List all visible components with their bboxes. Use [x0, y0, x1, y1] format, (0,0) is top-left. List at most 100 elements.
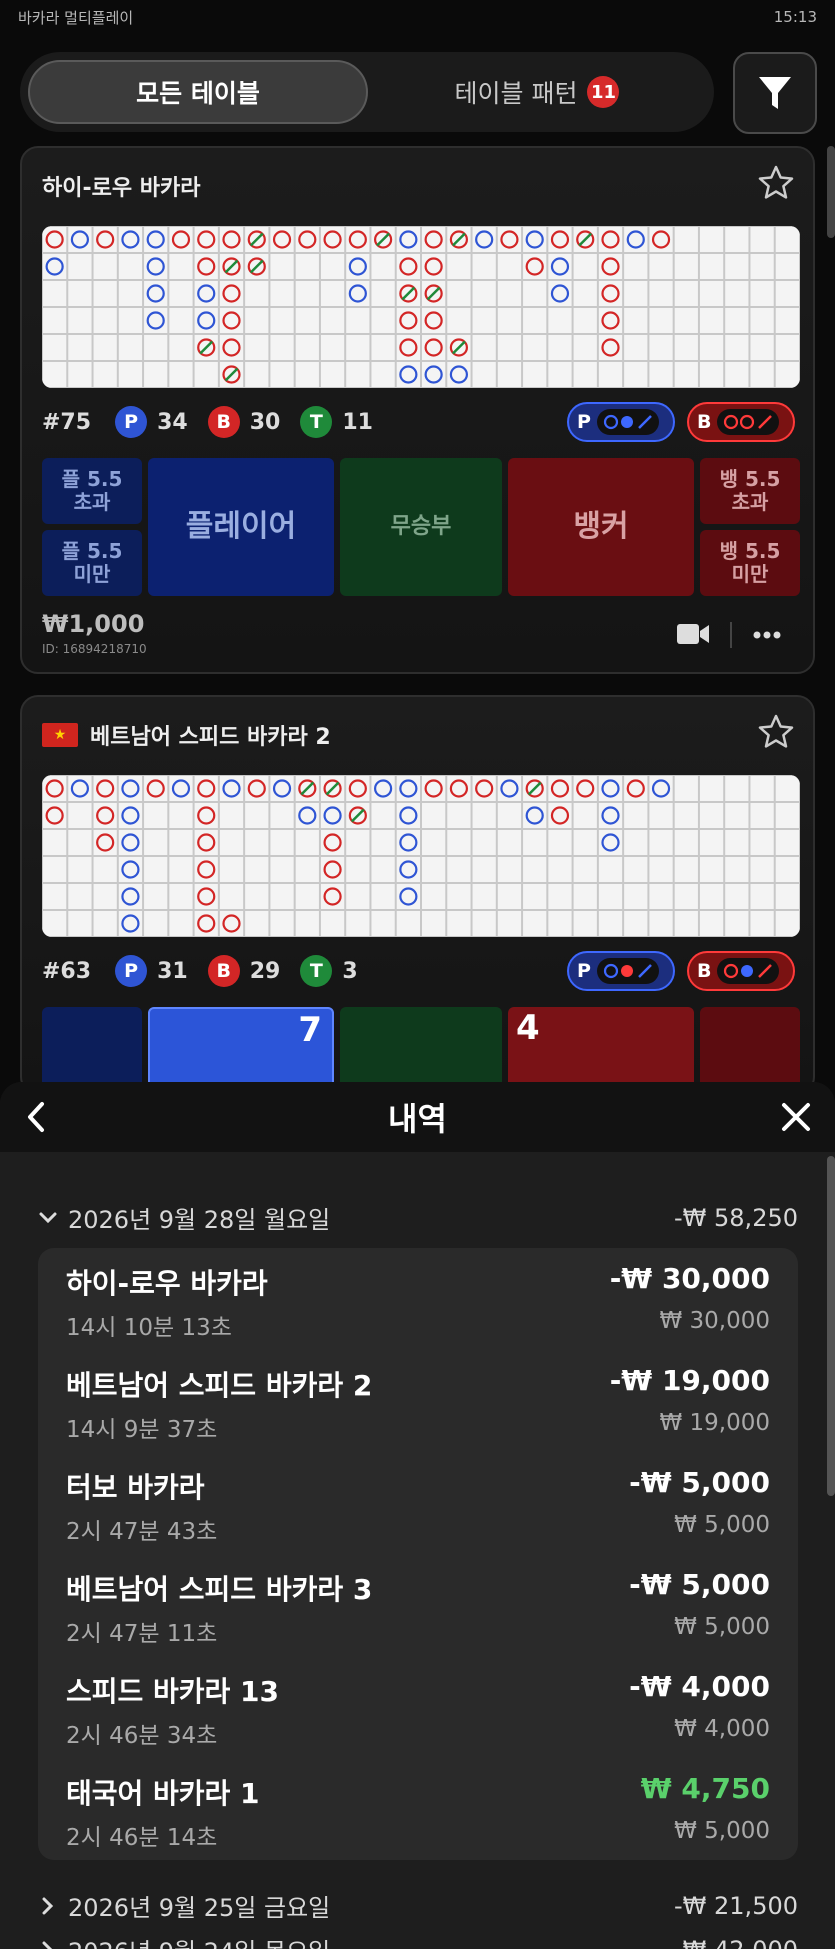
chevron-right-icon	[42, 1941, 53, 1949]
tie-chip: T	[300, 955, 333, 987]
clock: 15:13	[773, 8, 817, 26]
player-bet[interactable]: 플레이어	[148, 458, 334, 596]
sheet-title: 내역	[388, 1100, 447, 1138]
tie-count: 11	[342, 409, 373, 435]
item-table-name: 하이-로우 바카라	[66, 1267, 268, 1300]
item-time: 2시 47분 11초	[66, 1621, 218, 1647]
item-stake: ₩ 5,000	[674, 1614, 770, 1640]
player-chip: P	[115, 955, 148, 987]
history-item[interactable]: 하이-로우 바카라 14시 10분 13초 -₩ 30,000 ₩ 30,000	[66, 1262, 770, 1342]
item-time: 14시 10분 13초	[66, 1315, 232, 1341]
ask-p-label: P	[577, 411, 591, 433]
status-bar: 바카라 멀티플레이 15:13	[0, 0, 835, 34]
bead-road-grid	[42, 226, 800, 388]
round-number: #63	[42, 958, 92, 984]
banker-chip: B	[207, 406, 240, 438]
item-stake: ₩ 5,000	[674, 1512, 770, 1538]
ask-b-label: B	[697, 411, 712, 433]
day-total: -₩ 42,000	[674, 1936, 798, 1949]
item-result: -₩ 19,000	[609, 1364, 770, 1397]
sheet-header: 내역	[0, 1082, 835, 1152]
day-header-collapsed[interactable]: 2026년 9월 24일 목요일 -₩ 42,000	[38, 1932, 798, 1949]
ask-p-preview	[596, 958, 659, 984]
item-stake: ₩ 4,000	[674, 1716, 770, 1742]
divider	[730, 622, 732, 648]
ask-b-preview	[717, 958, 780, 984]
table-name: 하이-로우 바카라	[42, 176, 201, 201]
history-sheet: 내역 2026년 9월 28일 월요일 -₩ 58,250 하이-로우 바카라 …	[0, 1082, 835, 1949]
item-time: 2시 46분 14초	[66, 1825, 218, 1851]
tab-table-patterns[interactable]: 테이블 패턴 11	[368, 60, 706, 124]
bead-road-grid	[42, 775, 800, 937]
table-stats: #63 P 31 B 29 T3	[42, 955, 368, 987]
sheet-scrollbar[interactable]	[827, 1156, 835, 1496]
player-under-bet[interactable]: 플 5.5 미만	[42, 530, 142, 596]
banker-score: 4	[516, 1008, 540, 1048]
player-score: 7	[298, 1010, 322, 1050]
day-header-expanded[interactable]: 2026년 9월 28일 월요일 -₩ 58,250	[38, 1200, 798, 1235]
tab-all-tables[interactable]: 모든 테이블	[28, 60, 368, 124]
table-card[interactable]: 하이-로우 바카라 #75 P 34 B 30 T 11 P B 플 5.5 초과 플…	[20, 146, 815, 674]
item-table-name: 스피드 바카라 13	[66, 1675, 280, 1708]
back-arrow-icon[interactable]	[22, 1100, 52, 1134]
tab-patterns-label: 테이블 패턴	[454, 79, 578, 108]
favorite-star-icon[interactable]	[757, 164, 795, 202]
history-list: 하이-로우 바카라 14시 10분 13초 -₩ 30,000 ₩ 30,000…	[38, 1248, 798, 1860]
player-over-bet[interactable]: 플 5.5 초과	[42, 458, 142, 524]
tie-chip: T	[300, 406, 333, 438]
banker-ask-button[interactable]: B	[687, 951, 795, 991]
player-ask-button[interactable]: P	[567, 402, 675, 442]
item-table-name: 터보 바카라	[66, 1471, 205, 1504]
filter-button[interactable]	[733, 52, 817, 134]
item-stake: ₩ 5,000	[674, 1818, 770, 1844]
banker-count: 30	[249, 409, 281, 435]
table-name: ★ 베트남어 스피드 바카라 2	[42, 719, 331, 751]
bet-area: 플 5.5 초과 플 5.5 미만 플레이어 무승부 뱅커 뱅 5.5 초과 뱅…	[42, 458, 800, 596]
bet-amount: ₩1,000	[42, 610, 145, 638]
item-table-name: 태국어 바카라 1	[66, 1777, 260, 1810]
player-count: 31	[157, 958, 188, 984]
history-item[interactable]: 태국어 바카라 1 2시 46분 14초 ₩ 4,750 ₩ 5,000	[66, 1772, 770, 1852]
item-result: -₩ 5,000	[629, 1466, 770, 1499]
banker-chip: B	[207, 955, 240, 987]
day-date: 2026년 9월 25일 금요일	[68, 1894, 331, 1922]
table-id: ID: 16894218710	[42, 642, 147, 656]
banker-over-bet[interactable]: 뱅 5.5 초과	[700, 458, 800, 524]
item-stake: ₩ 30,000	[659, 1308, 770, 1334]
filter-icon	[759, 77, 791, 109]
favorite-star-icon[interactable]	[757, 713, 795, 751]
ask-b-label: B	[697, 960, 712, 982]
day-total: -₩ 21,500	[674, 1891, 798, 1920]
close-icon[interactable]	[779, 1100, 813, 1134]
more-options-icon[interactable]	[752, 630, 782, 640]
history-item[interactable]: 베트남어 스피드 바카라 3 2시 47분 11초 -₩ 5,000 ₩ 5,0…	[66, 1568, 770, 1648]
ask-p-label: P	[577, 960, 591, 982]
banker-bet[interactable]: 뱅커	[508, 458, 694, 596]
history-item[interactable]: 스피드 바카라 13 2시 46분 34초 -₩ 4,000 ₩ 4,000	[66, 1670, 770, 1750]
bead-road	[42, 226, 800, 388]
ask-b-preview	[717, 409, 780, 435]
tie-bet[interactable]: 무승부	[340, 458, 502, 596]
item-table-name: 베트남어 스피드 바카라 3	[66, 1573, 373, 1606]
table-tabs: 모든 테이블 테이블 패턴 11	[20, 52, 714, 132]
video-camera-icon[interactable]	[676, 622, 710, 646]
history-item[interactable]: 베트남어 스피드 바카라 2 14시 9분 37초 -₩ 19,000 ₩ 19…	[66, 1364, 770, 1444]
history-item[interactable]: 터보 바카라 2시 47분 43초 -₩ 5,000 ₩ 5,000	[66, 1466, 770, 1546]
player-ask-button[interactable]: P	[567, 951, 675, 991]
page-scrollbar[interactable]	[827, 146, 835, 238]
item-time: 2시 47분 43초	[66, 1519, 218, 1545]
day-header-collapsed[interactable]: 2026년 9월 25일 금요일 -₩ 21,500	[38, 1888, 798, 1923]
item-stake: ₩ 19,000	[659, 1410, 770, 1436]
banker-ask-button[interactable]: B	[687, 402, 795, 442]
item-table-name: 베트남어 스피드 바카라 2	[66, 1369, 373, 1402]
patterns-count-badge: 11	[587, 76, 620, 108]
player-chip: P	[115, 406, 148, 438]
item-time: 2시 46분 34초	[66, 1723, 218, 1749]
banker-under-bet[interactable]: 뱅 5.5 미만	[700, 530, 800, 596]
chevron-down-icon	[39, 1212, 57, 1223]
item-result: -₩ 5,000	[629, 1568, 770, 1601]
bead-road	[42, 775, 800, 937]
vietnam-flag-icon: ★	[42, 723, 78, 747]
table-card[interactable]: ★ 베트남어 스피드 바카라 2 #63 P31 B29 T3 P B 플 페어…	[20, 695, 815, 1095]
item-time: 14시 9분 37초	[66, 1417, 218, 1443]
